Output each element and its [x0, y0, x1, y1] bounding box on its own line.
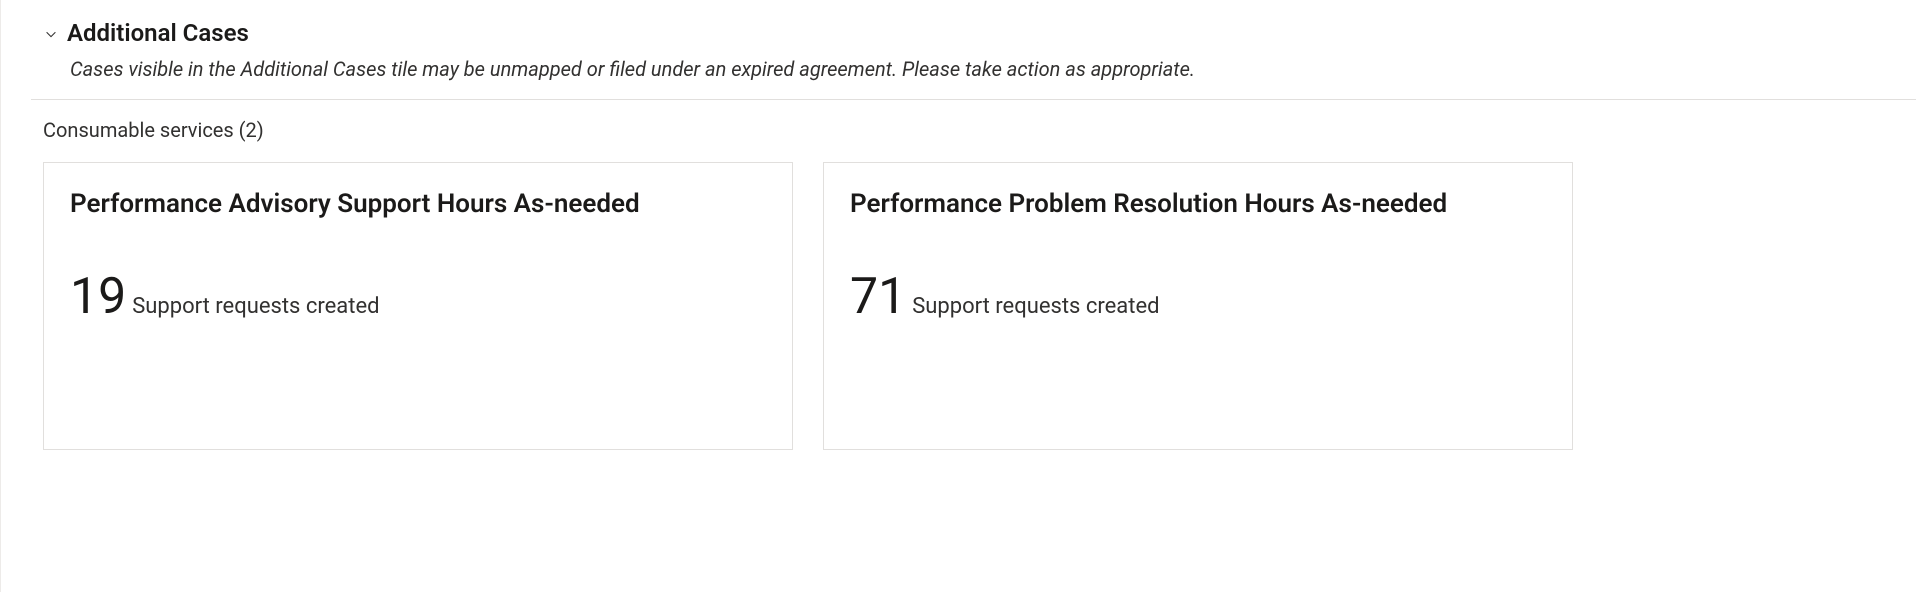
chevron-down-icon [43, 26, 59, 42]
section-title: Additional Cases [67, 18, 249, 49]
tile-stat: 19 Support requests created [70, 272, 766, 322]
tile-title: Performance Problem Resolution Hours As-… [850, 189, 1546, 220]
section-header-additional-cases[interactable]: Additional Cases [1, 0, 1916, 53]
tile-stat-number: 71 [850, 272, 906, 322]
tile-title: Performance Advisory Support Hours As-ne… [70, 189, 766, 220]
tile-performance-advisory[interactable]: Performance Advisory Support Hours As-ne… [43, 162, 793, 450]
tile-stat-label: Support requests created [132, 294, 379, 319]
tile-stat-number: 19 [70, 272, 126, 322]
section-subtitle: Cases visible in the Additional Cases ti… [1, 53, 1916, 99]
tile-stat: 71 Support requests created [850, 272, 1546, 322]
tile-stat-label: Support requests created [912, 294, 1159, 319]
tiles-row: Performance Advisory Support Hours As-ne… [1, 162, 1916, 450]
main-container: Additional Cases Cases visible in the Ad… [0, 0, 1916, 592]
tile-performance-problem-resolution[interactable]: Performance Problem Resolution Hours As-… [823, 162, 1573, 450]
subsection-label: Consumable services (2) [1, 100, 1916, 162]
